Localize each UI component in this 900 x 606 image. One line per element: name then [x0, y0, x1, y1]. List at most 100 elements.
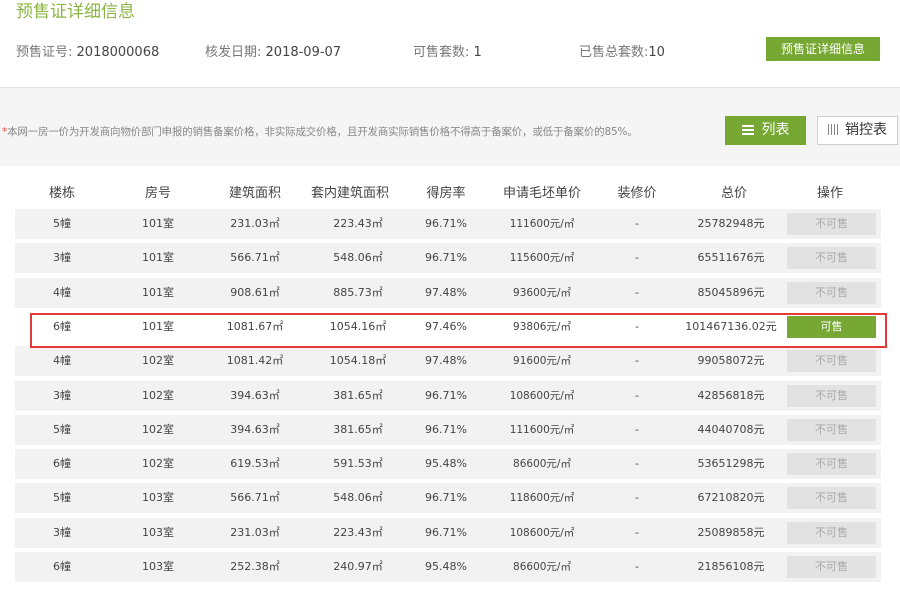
cell-area: 619.53㎡ — [230, 457, 280, 471]
cell-unit-price: 115600元/㎡ — [509, 252, 575, 265]
house-table: 楼栋 房号 建筑面积 套内建筑面积 得房率 申请毛坯单价 装修价 总价 操作 5幢 101室 231… — [0, 166, 900, 606]
cell-area: 1081.42㎡ — [226, 354, 284, 368]
unavailable-button: 不可售 — [787, 384, 876, 407]
table-header: 楼栋 房号 建筑面积 套内建筑面积 得房率 申请毛坯单价 装修价 总价 操作 — [15, 182, 885, 204]
cert-number: 预售证号: 2018000068 — [16, 45, 160, 60]
cell-room: 102室 — [142, 354, 174, 368]
list-view-button[interactable]: 列表 — [725, 116, 806, 145]
cell-room: 101室 — [142, 285, 174, 299]
cell-rate: 97.46% — [425, 319, 467, 333]
cell-total-price: 99058072元 — [697, 354, 765, 368]
unavailable-button: 不可售 — [787, 247, 876, 270]
cell-inner-area: 1054.16㎡ — [329, 319, 387, 333]
cell-unit-price: 111600元/㎡ — [509, 218, 575, 230]
cell-area: 394.63㎡ — [230, 422, 280, 436]
cell-building: 3幢 — [53, 388, 71, 402]
table-row: 6幢 101室 1081.67㎡ 1054.16㎡ 97.46% 93806元/㎡ - 101… — [15, 311, 881, 342]
unavailable-button: 不可售 — [787, 418, 876, 441]
cell-decoration-price: - — [635, 319, 639, 333]
cell-area: 908.61㎡ — [230, 285, 280, 299]
presale-detail-button[interactable]: 预售证详细信息 — [766, 37, 880, 61]
cell-unit-price: 93806元/㎡ — [513, 320, 571, 333]
header-8: 总价 — [720, 186, 748, 201]
cell-unit-price: 118600元/㎡ — [509, 492, 575, 505]
cell-rate: 96.71% — [425, 491, 467, 505]
cell-building: 3幢 — [53, 251, 71, 265]
header-3: 建筑面积 — [228, 186, 282, 201]
cell-area: 231.03㎡ — [230, 525, 280, 539]
cell-total-price: 44040708元 — [697, 422, 765, 436]
cell-building: 4幢 — [53, 285, 71, 299]
cell-inner-area: 240.97㎡ — [333, 560, 383, 573]
cell-inner-area: 381.65㎡ — [333, 388, 383, 402]
cell-building: 5幢 — [53, 217, 71, 230]
cell-total-price: 53651298元 — [697, 457, 765, 471]
cell-decoration-price: - — [635, 217, 639, 230]
cell-rate: 95.48% — [425, 457, 467, 471]
cell-total-price: 85045896元 — [697, 285, 765, 299]
table-row: 3幢 103室 231.03㎡ 223.43㎡ 96.71% 108600元/㎡ - 2508… — [15, 517, 881, 548]
price-notice: *本网一房一价为开发商向物价部门申报的销售备案价格，非实际成交价格，且开发商实际… — [2, 126, 638, 138]
cell-building: 3幢 — [53, 525, 71, 539]
unavailable-button: 不可售 — [787, 213, 876, 235]
panel-title: 预售证详细信息 — [16, 2, 135, 22]
cell-room: 102室 — [142, 457, 174, 471]
table-row: 6幢 102室 619.53㎡ 591.53㎡ 95.48% 86600元/㎡ - 53651… — [15, 449, 881, 480]
header-6: 申请毛坯单价 — [502, 186, 582, 201]
header-4: 套内建筑面积 — [310, 186, 390, 201]
cell-rate: 95.48% — [425, 560, 467, 573]
header-7: 装修价 — [617, 186, 657, 201]
cell-rate: 96.71% — [425, 422, 467, 436]
cell-building: 6幢 — [53, 560, 71, 573]
cell-decoration-price: - — [635, 354, 639, 368]
table-row: 4幢 101室 908.61㎡ 885.73㎡ 97.48% 93600元/㎡ - 85045… — [15, 277, 881, 308]
cell-room: 103室 — [142, 560, 174, 573]
cell-unit-price: 111600元/㎡ — [509, 423, 575, 436]
cell-building: 5幢 — [53, 491, 71, 505]
table-row: 5幢 102室 394.63㎡ 381.65㎡ 96.71% 111600元/㎡ - 4404… — [15, 414, 881, 445]
cell-building: 6幢 — [53, 319, 71, 333]
cell-room: 101室 — [142, 217, 174, 230]
cell-rate: 97.48% — [425, 354, 467, 368]
cell-decoration-price: - — [635, 560, 639, 573]
cell-area: 394.63㎡ — [230, 388, 280, 402]
header-5: 得房率 — [426, 186, 466, 201]
cell-unit-price: 108600元/㎡ — [509, 389, 575, 402]
cell-inner-area: 1054.18㎡ — [329, 354, 387, 368]
cell-decoration-price: - — [635, 525, 639, 539]
cell-decoration-price: - — [635, 251, 639, 265]
unavailable-button: 不可售 — [787, 521, 876, 544]
grid-icon — [828, 124, 839, 135]
cell-rate: 96.71% — [425, 217, 467, 230]
table-row: 3幢 101室 566.71㎡ 548.06㎡ 96.71% 115600元/㎡ - 6551… — [15, 243, 881, 274]
sold-count: 已售总套数:10 — [579, 45, 665, 60]
cell-unit-price: 86600元/㎡ — [513, 561, 571, 573]
sales-control-button[interactable]: 销控表 — [817, 116, 898, 145]
table-row: 5幢 101室 231.03㎡ 223.43㎡ 96.71% 111600元/㎡ - 2578… — [15, 209, 881, 239]
unavailable-button: 不可售 — [787, 453, 876, 476]
cell-unit-price: 86600元/㎡ — [513, 458, 571, 471]
cell-building: 4幢 — [53, 354, 71, 368]
cell-decoration-price: - — [635, 457, 639, 471]
cell-inner-area: 548.06㎡ — [333, 251, 383, 265]
cell-total-price: 21856108元 — [697, 560, 765, 573]
cell-rate: 96.71% — [425, 388, 467, 402]
available-button[interactable]: 可售 — [787, 315, 876, 338]
table-row: 5幢 103室 566.71㎡ 548.06㎡ 96.71% 118600元/㎡ - 6721… — [15, 483, 881, 514]
cell-rate: 96.71% — [425, 251, 467, 265]
cell-area: 231.03㎡ — [230, 217, 280, 230]
cell-inner-area: 885.73㎡ — [333, 285, 383, 299]
cell-total-price: 25782948元 — [697, 217, 765, 230]
cell-decoration-price: - — [635, 388, 639, 402]
cell-rate: 97.48% — [425, 285, 467, 299]
list-icon — [741, 125, 754, 135]
table-row: 3幢 102室 394.63㎡ 381.65㎡ 96.71% 108600元/㎡ - 4285… — [15, 380, 881, 411]
cell-area: 566.71㎡ — [230, 251, 280, 265]
cell-total-price: 65511676元 — [697, 251, 765, 265]
cell-room: 101室 — [142, 251, 174, 265]
header-1: 楼栋 — [48, 186, 76, 201]
cell-inner-area: 223.43㎡ — [333, 217, 383, 230]
cell-total-price: 101467136.02元 — [685, 319, 777, 333]
cell-unit-price: 108600元/㎡ — [509, 526, 575, 539]
cell-inner-area: 223.43㎡ — [333, 525, 383, 539]
